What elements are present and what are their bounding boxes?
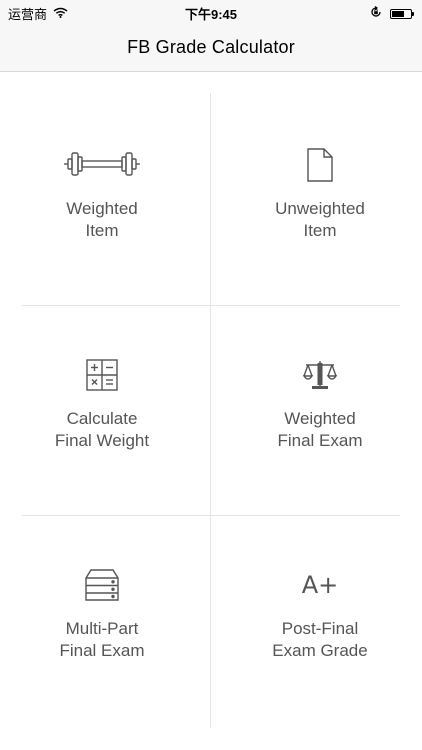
grid-divider-horizontal-2 xyxy=(22,515,400,516)
grid-divider-vertical xyxy=(210,93,211,728)
unweighted-item-button[interactable]: Unweighted Item xyxy=(220,103,420,303)
document-icon xyxy=(220,148,420,182)
scales-icon xyxy=(220,359,420,391)
status-time: 下午9:45 xyxy=(184,7,238,22)
menu-grid: Weighted Item Unweighted Item Calculate … xyxy=(0,73,422,750)
unweighted-item-label: Unweighted Item xyxy=(275,199,365,240)
post-final-exam-grade-label: Post-Final Exam Grade xyxy=(272,619,368,660)
battery-icon xyxy=(390,9,414,19)
weighted-final-exam-button[interactable]: Weighted Final Exam xyxy=(220,313,420,513)
calculate-final-weight-label: Calculate Final Weight xyxy=(54,409,150,450)
calculate-final-weight-button[interactable]: Calculate Final Weight xyxy=(2,313,202,513)
stacked-drawers-icon xyxy=(2,569,202,601)
multi-part-final-exam-button[interactable]: Multi-Part Final Exam xyxy=(2,523,202,723)
calculator-icon xyxy=(2,359,202,391)
a-plus-icon: A+ xyxy=(220,571,420,599)
weighted-item-label: Weighted Item xyxy=(66,199,138,240)
grid-divider-horizontal-1 xyxy=(22,305,400,306)
page-title: FB Grade Calculator xyxy=(127,37,295,57)
weighted-item-button[interactable]: Weighted Item xyxy=(2,103,202,303)
a-plus-icon-text: A+ xyxy=(301,571,339,599)
dumbbell-icon xyxy=(2,148,202,180)
orientation-lock-icon xyxy=(370,5,382,23)
weighted-final-exam-label: Weighted Final Exam xyxy=(277,409,363,450)
post-final-exam-grade-button[interactable]: A+ Post-Final Exam Grade xyxy=(220,523,420,723)
status-right xyxy=(370,5,414,23)
multi-part-final-exam-label: Multi-Part Final Exam xyxy=(59,619,145,660)
battery-level xyxy=(392,11,404,17)
navigation-bar: FB Grade Calculator xyxy=(0,26,422,72)
status-bar: 运营商 下午9:45 xyxy=(0,0,422,26)
